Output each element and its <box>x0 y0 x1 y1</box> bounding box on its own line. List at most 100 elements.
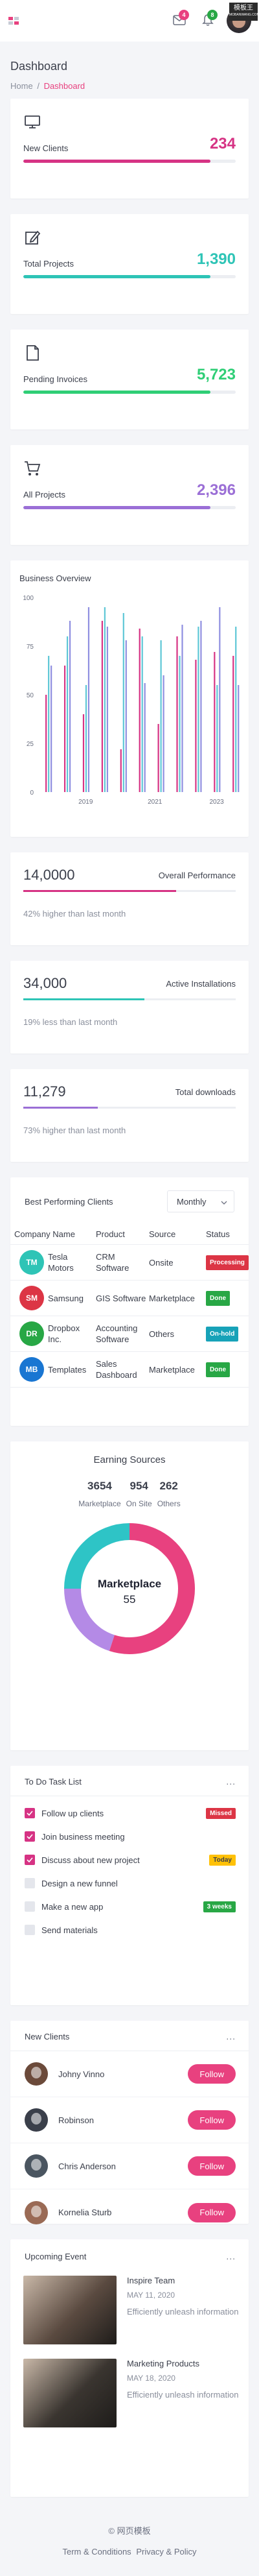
performance-subtext: 19% less than last month <box>23 1017 118 1027</box>
client-name: Kornelia Sturb <box>58 2208 112 2217</box>
breadcrumb-home[interactable]: Home <box>10 81 33 91</box>
stat-value: 1,390 <box>196 250 236 268</box>
follow-button[interactable]: Follow <box>188 2156 236 2176</box>
clients-title: New Clients <box>25 2031 70 2041</box>
stat-card: Total Projects 1,390 <box>10 214 249 314</box>
table-row[interactable]: MB Templates Sales Dashboard Marketplace Don… <box>10 1351 249 1388</box>
stat-card: All Projects 2,396 <box>10 445 249 545</box>
bar <box>163 675 164 792</box>
edit-icon <box>23 228 41 247</box>
period-select[interactable]: Monthly <box>167 1190 234 1212</box>
todo-card: To Do Task List ... Follow up clients Mis… <box>10 1766 249 2005</box>
earning-stat-label: Marketplace <box>78 1499 121 1508</box>
performance-progress <box>23 1107 236 1109</box>
cart-icon <box>23 459 41 477</box>
top-bar: 4 8 模板王 MOBANWANG.COM <box>0 0 259 42</box>
company-logo: TM <box>19 1250 44 1275</box>
bar <box>214 652 216 792</box>
todo-checkbox[interactable] <box>25 1808 35 1818</box>
x-tick-label: 2021 <box>148 799 163 806</box>
performance-title: Overall Performance <box>158 870 236 880</box>
events-more-button[interactable]: ... <box>226 2251 236 2261</box>
follow-button[interactable]: Follow <box>188 2064 236 2084</box>
earning-stat-value: 954 <box>130 1480 148 1492</box>
chart-title: Business Overview <box>19 573 91 583</box>
earning-stat: 262 Others <box>157 1480 181 1508</box>
mail-button[interactable]: 4 <box>167 8 192 33</box>
todo-checkbox[interactable] <box>25 1901 35 1912</box>
event-item[interactable]: Inspire Team MAY 11, 2020 Efficiently unle… <box>10 2261 249 2344</box>
performance-progress <box>23 890 236 892</box>
page-header: Dashboard Home / Dashboard <box>0 42 259 99</box>
bar <box>139 629 141 792</box>
stat-progress-fill <box>23 506 210 509</box>
bar <box>104 607 106 792</box>
bar <box>82 714 85 792</box>
stat-label: All Projects <box>23 490 66 500</box>
notification-button[interactable]: 8 <box>196 8 220 33</box>
todo-checkbox[interactable] <box>25 1878 35 1888</box>
stat-label: Total Projects <box>23 259 74 269</box>
watermark-top-text: 模板王 <box>234 5 253 12</box>
y-tick-label: 50 <box>27 692 34 699</box>
todo-more-button[interactable]: ... <box>226 1776 236 1787</box>
follow-button[interactable]: Follow <box>188 2202 236 2222</box>
bar <box>179 656 181 792</box>
todo-item: Join business meeting <box>10 1825 249 1848</box>
table-row[interactable]: SM Samsung GIS Software Marketplace Done <box>10 1280 249 1316</box>
performance-value: 11,279 <box>23 1083 66 1100</box>
check-icon <box>27 1857 33 1862</box>
new-clients-card: New Clients ... Johny Vinno Follow Robinso… <box>10 2021 249 2224</box>
bar <box>235 627 237 792</box>
table-row[interactable]: TM Tesla Motors CRM Software Onsite Processi… <box>10 1244 249 1281</box>
mail-badge: 4 <box>179 10 189 20</box>
best-clients-card: Best Performing Clients Monthly Company … <box>10 1177 249 1426</box>
follow-button[interactable]: Follow <box>188 2110 236 2130</box>
todo-checkbox[interactable] <box>25 1925 35 1935</box>
performance-subtext: 73% higher than last month <box>23 1125 126 1135</box>
stat-value: 5,723 <box>196 366 236 383</box>
business-overview-card: Business Overview 0 25 50 75 100 2019 2021 2023 <box>10 560 249 837</box>
bar <box>85 685 87 792</box>
todo-label: Design a new funnel <box>41 1878 118 1888</box>
product-cell: CRM Software <box>95 1244 148 1281</box>
todo-tag: Today <box>209 1854 236 1866</box>
performance-progress-fill <box>23 1107 98 1109</box>
company-name: Tesla Motors <box>48 1252 74 1273</box>
bar <box>232 656 234 792</box>
todo-checkbox[interactable] <box>25 1855 35 1865</box>
bar <box>157 724 159 792</box>
bar <box>200 621 202 792</box>
bar <box>197 627 199 792</box>
privacy-link[interactable]: Privacy & Policy <box>136 2547 196 2557</box>
stat-progress-fill <box>23 391 210 394</box>
company-name: Templates <box>48 1364 87 1375</box>
product-cell: Sales Dashboard <box>95 1351 148 1388</box>
footer: © 网页模板 Term & Conditions Privacy & Polic… <box>0 2512 259 2576</box>
performance-value: 34,000 <box>23 975 67 991</box>
event-item[interactable]: Marketing Products MAY 18, 2020 Efficientl… <box>10 2344 249 2427</box>
todo-checkbox[interactable] <box>25 1831 35 1842</box>
source-cell: Onsite <box>148 1244 205 1281</box>
performance-card: 14,0000 Overall Performance 42% higher tha… <box>10 852 249 945</box>
todo-item: Make a new app 3 weeks <box>10 1895 249 1918</box>
table-row[interactable]: DR Dropbox Inc. Accounting Software Others O… <box>10 1316 249 1352</box>
client-avatar <box>25 2200 48 2224</box>
todo-label: Make a new app <box>41 1901 104 1912</box>
bar <box>48 656 50 792</box>
terms-link[interactable]: Term & Conditions <box>62 2547 131 2557</box>
menu-logo-icon[interactable] <box>8 15 19 27</box>
company-logo: SM <box>19 1286 44 1310</box>
bar <box>87 607 90 792</box>
todo-label: Discuss about new project <box>41 1855 140 1865</box>
stat-value: 2,396 <box>196 481 236 499</box>
file-icon <box>23 344 41 362</box>
client-item: Robinson Follow <box>10 2097 249 2143</box>
watermark-bottom-text: MOBANWANG.COM <box>229 13 259 17</box>
performance-progress-fill <box>23 998 144 1000</box>
earning-stat-value: 262 <box>159 1480 178 1492</box>
upcoming-event-card: Upcoming Event ... Inspire Team MAY 11, 2… <box>10 2239 249 2497</box>
watermark-logo: 模板王 MOBANWANG.COM <box>229 3 259 21</box>
clients-more-button[interactable]: ... <box>226 2031 236 2041</box>
events-title: Upcoming Event <box>25 2251 87 2261</box>
